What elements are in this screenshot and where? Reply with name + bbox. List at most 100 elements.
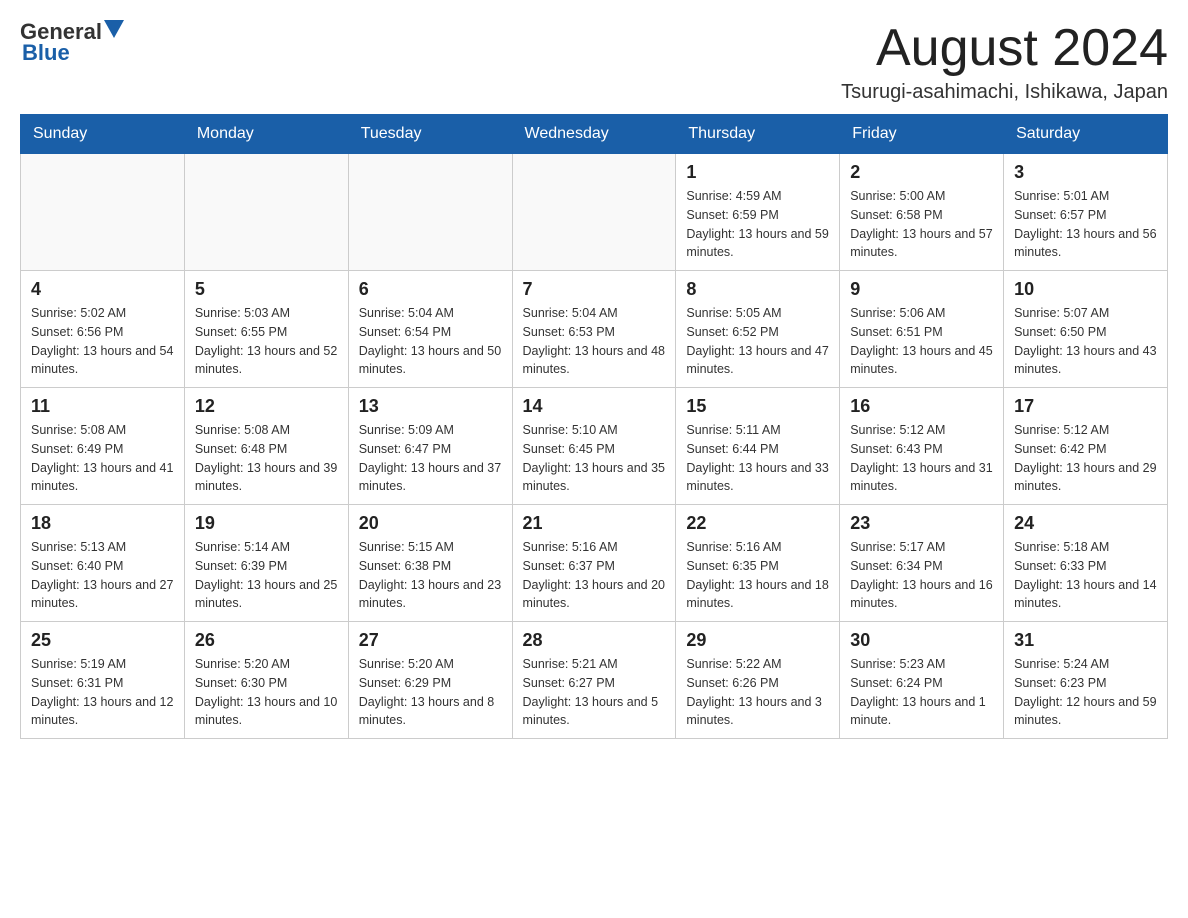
- calendar-cell: 19Sunrise: 5:14 AMSunset: 6:39 PMDayligh…: [184, 505, 348, 622]
- day-info: Sunrise: 5:19 AMSunset: 6:31 PMDaylight:…: [31, 655, 174, 730]
- day-info: Sunrise: 5:16 AMSunset: 6:37 PMDaylight:…: [523, 538, 666, 613]
- day-info: Sunrise: 5:12 AMSunset: 6:43 PMDaylight:…: [850, 421, 993, 496]
- day-info: Sunrise: 5:04 AMSunset: 6:54 PMDaylight:…: [359, 304, 502, 379]
- day-number: 9: [850, 279, 993, 300]
- calendar-cell: [348, 154, 512, 271]
- day-info: Sunrise: 5:08 AMSunset: 6:49 PMDaylight:…: [31, 421, 174, 496]
- location-title: Tsurugi-asahimachi, Ishikawa, Japan: [841, 81, 1168, 104]
- calendar-header-sunday: Sunday: [21, 115, 185, 154]
- calendar-cell: 13 Sunrise: 5:09 AMSunset: 6:47 PMDayligh…: [348, 388, 512, 505]
- calendar-cell: 12 Sunrise: 5:08 AMSunset: 6:48 PMDayligh…: [184, 388, 348, 505]
- day-number: 6: [359, 279, 502, 300]
- day-info: Sunrise: 5:17 AMSunset: 6:34 PMDaylight:…: [850, 538, 993, 613]
- calendar-cell: [21, 154, 185, 271]
- calendar-cell: 23Sunrise: 5:17 AMSunset: 6:34 PMDayligh…: [840, 505, 1004, 622]
- day-number: 12: [195, 396, 338, 417]
- calendar-header-saturday: Saturday: [1004, 115, 1168, 154]
- header-area: General Blue August 2024 Tsurugi-asahima…: [20, 20, 1168, 104]
- day-info: Sunrise: 5:18 AMSunset: 6:33 PMDaylight:…: [1014, 538, 1157, 613]
- calendar-cell: 26 Sunrise: 5:20 AMSunset: 6:30 PMDayligh…: [184, 622, 348, 739]
- day-info: Sunrise: 5:22 AMSunset: 6:26 PMDaylight:…: [686, 655, 829, 730]
- calendar-cell: 22Sunrise: 5:16 AMSunset: 6:35 PMDayligh…: [676, 505, 840, 622]
- day-info: Sunrise: 5:24 AMSunset: 6:23 PMDaylight:…: [1014, 655, 1157, 730]
- day-info: Sunrise: 5:05 AMSunset: 6:52 PMDaylight:…: [686, 304, 829, 379]
- day-info: Sunrise: 5:04 AMSunset: 6:53 PMDaylight:…: [523, 304, 666, 379]
- day-number: 13: [359, 396, 502, 417]
- day-number: 25: [31, 630, 174, 651]
- day-number: 31: [1014, 630, 1157, 651]
- calendar-cell: [512, 154, 676, 271]
- day-number: 3: [1014, 162, 1157, 183]
- day-number: 26: [195, 630, 338, 651]
- week-row-4: 18 Sunrise: 5:13 AMSunset: 6:40 PMDayligh…: [21, 505, 1168, 622]
- calendar-cell: 15Sunrise: 5:11 AMSunset: 6:44 PMDayligh…: [676, 388, 840, 505]
- calendar-cell: 10 Sunrise: 5:07 AMSunset: 6:50 PMDayligh…: [1004, 271, 1168, 388]
- calendar-cell: 11 Sunrise: 5:08 AMSunset: 6:49 PMDayligh…: [21, 388, 185, 505]
- day-number: 11: [31, 396, 174, 417]
- week-row-3: 11 Sunrise: 5:08 AMSunset: 6:49 PMDayligh…: [21, 388, 1168, 505]
- calendar-cell: 20 Sunrise: 5:15 AMSunset: 6:38 PMDayligh…: [348, 505, 512, 622]
- calendar-table: SundayMondayTuesdayWednesdayThursdayFrid…: [20, 114, 1168, 739]
- day-number: 17: [1014, 396, 1157, 417]
- calendar-cell: 29 Sunrise: 5:22 AMSunset: 6:26 PMDayligh…: [676, 622, 840, 739]
- day-info: Sunrise: 5:11 AMSunset: 6:44 PMDaylight:…: [686, 421, 829, 496]
- day-number: 2: [850, 162, 993, 183]
- day-info: Sunrise: 5:06 AMSunset: 6:51 PMDaylight:…: [850, 304, 993, 379]
- day-number: 18: [31, 513, 174, 534]
- day-info: Sunrise: 5:10 AMSunset: 6:45 PMDaylight:…: [523, 421, 666, 496]
- calendar-cell: 24 Sunrise: 5:18 AMSunset: 6:33 PMDayligh…: [1004, 505, 1168, 622]
- calendar-cell: 17Sunrise: 5:12 AMSunset: 6:42 PMDayligh…: [1004, 388, 1168, 505]
- day-number: 30: [850, 630, 993, 651]
- calendar-header-thursday: Thursday: [676, 115, 840, 154]
- calendar-cell: 4Sunrise: 5:02 AMSunset: 6:56 PMDaylight…: [21, 271, 185, 388]
- logo-blue-text: Blue: [22, 40, 70, 65]
- day-number: 20: [359, 513, 502, 534]
- day-number: 28: [523, 630, 666, 651]
- day-info: Sunrise: 5:14 AMSunset: 6:39 PMDaylight:…: [195, 538, 338, 613]
- calendar-cell: 2 Sunrise: 5:00 AMSunset: 6:58 PMDaylight…: [840, 154, 1004, 271]
- calendar-cell: 27Sunrise: 5:20 AMSunset: 6:29 PMDayligh…: [348, 622, 512, 739]
- day-number: 8: [686, 279, 829, 300]
- day-info: Sunrise: 5:08 AMSunset: 6:48 PMDaylight:…: [195, 421, 338, 496]
- day-info: Sunrise: 5:20 AMSunset: 6:30 PMDaylight:…: [195, 655, 338, 730]
- calendar-cell: 31 Sunrise: 5:24 AMSunset: 6:23 PMDayligh…: [1004, 622, 1168, 739]
- logo: General Blue: [20, 20, 124, 65]
- day-info: Sunrise: 5:07 AMSunset: 6:50 PMDaylight:…: [1014, 304, 1157, 379]
- day-number: 16: [850, 396, 993, 417]
- calendar-cell: 16 Sunrise: 5:12 AMSunset: 6:43 PMDayligh…: [840, 388, 1004, 505]
- day-number: 29: [686, 630, 829, 651]
- day-info: Sunrise: 5:21 AMSunset: 6:27 PMDaylight:…: [523, 655, 666, 730]
- day-number: 24: [1014, 513, 1157, 534]
- calendar-cell: 5Sunrise: 5:03 AMSunset: 6:55 PMDaylight…: [184, 271, 348, 388]
- day-number: 7: [523, 279, 666, 300]
- day-info: Sunrise: 5:00 AMSunset: 6:58 PMDaylight:…: [850, 187, 993, 262]
- day-info: Sunrise: 5:16 AMSunset: 6:35 PMDaylight:…: [686, 538, 829, 613]
- day-info: Sunrise: 5:23 AMSunset: 6:24 PMDaylight:…: [850, 655, 993, 730]
- calendar-cell: 25 Sunrise: 5:19 AMSunset: 6:31 PMDayligh…: [21, 622, 185, 739]
- calendar-header-row: SundayMondayTuesdayWednesdayThursdayFrid…: [21, 115, 1168, 154]
- day-number: 21: [523, 513, 666, 534]
- calendar-cell: 28 Sunrise: 5:21 AMSunset: 6:27 PMDayligh…: [512, 622, 676, 739]
- calendar-cell: 8 Sunrise: 5:05 AMSunset: 6:52 PMDaylight…: [676, 271, 840, 388]
- day-info: Sunrise: 5:15 AMSunset: 6:38 PMDaylight:…: [359, 538, 502, 613]
- week-row-2: 4Sunrise: 5:02 AMSunset: 6:56 PMDaylight…: [21, 271, 1168, 388]
- calendar-cell: 21 Sunrise: 5:16 AMSunset: 6:37 PMDayligh…: [512, 505, 676, 622]
- day-number: 4: [31, 279, 174, 300]
- calendar-cell: 30 Sunrise: 5:23 AMSunset: 6:24 PMDayligh…: [840, 622, 1004, 739]
- calendar-cell: 18 Sunrise: 5:13 AMSunset: 6:40 PMDayligh…: [21, 505, 185, 622]
- calendar-header-friday: Friday: [840, 115, 1004, 154]
- day-number: 10: [1014, 279, 1157, 300]
- calendar-cell: 14Sunrise: 5:10 AMSunset: 6:45 PMDayligh…: [512, 388, 676, 505]
- calendar-cell: 9 Sunrise: 5:06 AMSunset: 6:51 PMDaylight…: [840, 271, 1004, 388]
- title-area: August 2024 Tsurugi-asahimachi, Ishikawa…: [841, 20, 1168, 104]
- calendar-header-tuesday: Tuesday: [348, 115, 512, 154]
- calendar-cell: 3Sunrise: 5:01 AMSunset: 6:57 PMDaylight…: [1004, 154, 1168, 271]
- calendar-cell: [184, 154, 348, 271]
- calendar-header-monday: Monday: [184, 115, 348, 154]
- calendar-cell: 6 Sunrise: 5:04 AMSunset: 6:54 PMDaylight…: [348, 271, 512, 388]
- day-info: Sunrise: 5:09 AMSunset: 6:47 PMDaylight:…: [359, 421, 502, 496]
- logo-triangle-icon: [104, 20, 124, 38]
- calendar-cell: 7 Sunrise: 5:04 AMSunset: 6:53 PMDaylight…: [512, 271, 676, 388]
- day-number: 27: [359, 630, 502, 651]
- day-info: Sunrise: 5:13 AMSunset: 6:40 PMDaylight:…: [31, 538, 174, 613]
